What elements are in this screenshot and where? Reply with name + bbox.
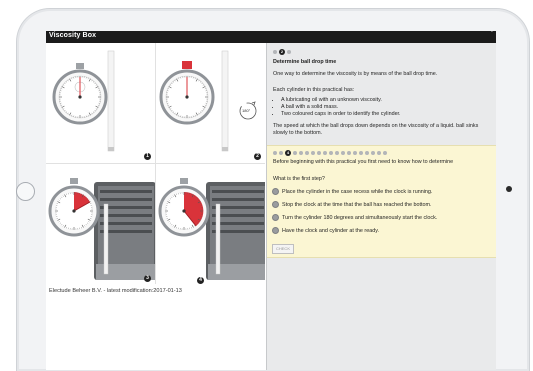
option-label: Stop the clock at the time that the ball… — [282, 202, 432, 208]
speed-text: The speed at which the ball drops down d… — [273, 123, 491, 137]
equipment-list: A lubricating oil with an unknown viscos… — [273, 97, 401, 118]
image-step-4[interactable]: 4 — [156, 164, 265, 284]
option-label: Have the clock and cylinder at the ready… — [282, 228, 379, 234]
pager-dot[interactable] — [341, 151, 345, 155]
quiz-intro: Before beginning with this practical you… — [273, 159, 453, 166]
lesson-intro: One way to determine the viscosity is by… — [273, 71, 437, 78]
stopwatch-cylinder-red-cap-illustration — [156, 43, 265, 163]
pager-dot[interactable] — [279, 151, 283, 155]
image-panel: 1 180° 2 — [46, 43, 266, 370]
pager-dot[interactable] — [371, 151, 375, 155]
pager-dot[interactable] — [287, 50, 291, 54]
pager-dot[interactable] — [347, 151, 351, 155]
pager-dot[interactable] — [323, 151, 327, 155]
pager-dot[interactable] — [359, 151, 363, 155]
image-number-badge: 1 — [144, 153, 151, 160]
lesson-panel: 2 Determine ball drop time One way to de… — [267, 43, 496, 370]
pager-dot[interactable] — [305, 151, 309, 155]
radio-button[interactable] — [272, 188, 279, 195]
list-item: Two coloured caps in order to identify t… — [281, 111, 401, 118]
status-dot-icon: • — [491, 31, 493, 35]
pager-dot[interactable] — [365, 151, 369, 155]
stopwatch-case-illustration — [46, 164, 155, 284]
image-step-1[interactable]: 1 — [46, 43, 156, 164]
pager-dot[interactable] — [273, 50, 277, 54]
answer-option-4[interactable]: Have the clock and cylinder at the ready… — [272, 227, 379, 234]
pager-dot[interactable] — [299, 151, 303, 155]
rotation-label: 180° — [242, 108, 250, 113]
credit-text: Electude Beheer B.V. - latest modificati… — [49, 288, 182, 294]
radio-button[interactable] — [272, 201, 279, 208]
image-number-badge: 4 — [197, 277, 204, 284]
answer-option-2[interactable]: Stop the clock at the time that the ball… — [272, 201, 432, 208]
option-label: Place the cylinder in the case recess wh… — [282, 189, 432, 195]
title-bar: Viscosity Box • — [46, 31, 496, 43]
lesson-pager: 2 — [273, 49, 291, 55]
pager-dot-current[interactable]: 2 — [279, 49, 285, 55]
list-item: A ball with a solid mass. — [281, 104, 401, 111]
pager-dot[interactable] — [383, 151, 387, 155]
stopwatch-cylinder-illustration — [46, 43, 155, 163]
answer-option-1[interactable]: Place the cylinder in the case recess wh… — [272, 188, 432, 195]
image-step-3[interactable]: 3 — [46, 164, 156, 284]
pager-dot[interactable] — [293, 151, 297, 155]
list-intro: Each cylinder in this practical has: — [273, 87, 354, 94]
pager-dot-current[interactable]: 4 — [285, 150, 291, 156]
lesson-heading: Determine ball drop time — [273, 59, 336, 66]
app-title: Viscosity Box — [49, 32, 96, 39]
quiz-question: What is the first step? — [273, 176, 325, 183]
radio-button[interactable] — [272, 214, 279, 221]
home-button[interactable] — [16, 182, 35, 201]
stopwatch-case-illustration — [156, 164, 265, 284]
quiz-pager: 4 — [273, 150, 387, 156]
check-button[interactable]: CHECK — [272, 244, 294, 254]
quiz-panel: 4 Before beginning with this practical y… — [267, 145, 496, 258]
image-number-badge: 2 — [254, 153, 261, 160]
camera-dot — [506, 186, 512, 192]
pager-dot[interactable] — [317, 151, 321, 155]
list-item: A lubricating oil with an unknown viscos… — [281, 97, 401, 104]
answer-option-3[interactable]: Turn the cylinder 180 degrees and simult… — [272, 214, 437, 221]
image-step-2[interactable]: 180° 2 — [156, 43, 265, 164]
pager-dot[interactable] — [311, 151, 315, 155]
app-screen: Viscosity Box • 1 — [46, 31, 496, 370]
option-label: Turn the cylinder 180 degrees and simult… — [282, 215, 437, 221]
radio-button[interactable] — [272, 227, 279, 234]
pager-dot[interactable] — [353, 151, 357, 155]
pager-dot[interactable] — [273, 151, 277, 155]
pager-dot[interactable] — [329, 151, 333, 155]
pager-dot[interactable] — [377, 151, 381, 155]
image-number-badge: 3 — [144, 275, 151, 282]
pager-dot[interactable] — [335, 151, 339, 155]
